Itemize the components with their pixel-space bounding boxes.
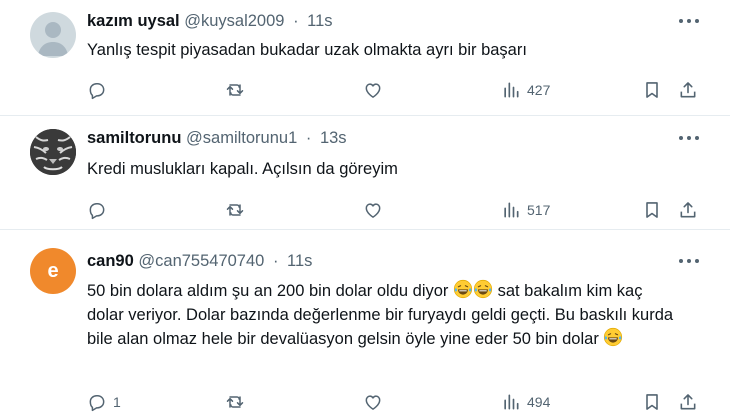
share-button[interactable] [678, 390, 698, 414]
share-icon [678, 80, 698, 100]
share-button[interactable] [678, 198, 698, 222]
bookmark-icon [642, 80, 662, 100]
bookmark-icon [642, 200, 662, 220]
avatar[interactable] [30, 129, 76, 175]
display-name[interactable]: kazım uysal [87, 12, 180, 30]
tweet-text: Yanlış tespit piyasadan bukadar uzak olm… [87, 41, 527, 59]
reply-button[interactable]: 1 [87, 390, 121, 414]
action-bar: 1 494 [0, 390, 730, 414]
tweet-header: can90 @can755470740 · 11s [87, 252, 312, 271]
tiger-avatar-image [30, 129, 76, 175]
avatar-letter: e [47, 259, 59, 282]
views-icon [501, 80, 521, 100]
like-icon [363, 392, 383, 412]
reply-button[interactable] [87, 78, 113, 102]
views-button[interactable]: 517 [501, 198, 550, 222]
reply-icon [87, 200, 107, 220]
laughing-emoji [453, 279, 473, 299]
user-handle[interactable]: @kuysal2009 [184, 12, 284, 30]
like-button[interactable] [363, 198, 389, 222]
tweet-text-part: 50 bin dolara aldım şu an 200 bin dolar … [87, 282, 453, 300]
separator-dot: · [293, 12, 299, 30]
timestamp[interactable]: 11s [307, 12, 332, 30]
laughing-emoji [473, 279, 493, 299]
tweet[interactable]: kazım uysal @kuysal2009 · 11s Yanlış tes… [0, 0, 730, 115]
display-name[interactable]: samiltorunu [87, 129, 181, 147]
tweet[interactable]: samiltorunu @samiltorunu1 · 13s Kredi mu… [0, 116, 730, 229]
views-count: 427 [527, 82, 551, 98]
reply-icon [87, 80, 107, 100]
bookmark-button[interactable] [642, 390, 662, 414]
views-button[interactable]: 494 [501, 390, 550, 414]
retweet-button[interactable] [225, 198, 251, 222]
views-icon [501, 392, 521, 412]
laughing-emoji [603, 327, 623, 347]
like-button[interactable] [363, 390, 389, 414]
avatar[interactable] [30, 12, 76, 58]
retweet-icon [225, 80, 245, 100]
like-icon [363, 80, 383, 100]
retweet-icon [225, 392, 245, 412]
separator-dot: · [305, 129, 312, 147]
views-count: 517 [527, 202, 551, 218]
tweet-header: samiltorunu @samiltorunu1 · 13s [87, 129, 347, 148]
tweet-text: 50 bin dolara aldım şu an 200 bin dolar … [87, 279, 682, 351]
retweet-icon [225, 200, 245, 220]
views-icon [501, 200, 521, 220]
more-icon[interactable] [678, 256, 700, 266]
default-avatar-icon [38, 22, 68, 56]
tweet-text: Kredi muslukları kapalı. Açılsın da göre… [87, 160, 398, 178]
reply-button[interactable] [87, 198, 113, 222]
retweet-button[interactable] [225, 390, 251, 414]
action-bar: 427 [0, 78, 730, 102]
retweet-button[interactable] [225, 78, 251, 102]
share-icon [678, 200, 698, 220]
user-handle[interactable]: @samiltorunu1 [186, 129, 297, 147]
bookmark-button[interactable] [642, 198, 662, 222]
display-name[interactable]: can90 [87, 252, 134, 270]
bookmark-icon [642, 392, 662, 412]
share-icon [678, 392, 698, 412]
bookmark-button[interactable] [642, 78, 662, 102]
views-count: 494 [527, 394, 551, 410]
timestamp[interactable]: 13s [320, 129, 347, 147]
separator-dot: · [272, 252, 279, 270]
like-button[interactable] [363, 78, 389, 102]
reply-icon [87, 392, 107, 412]
share-button[interactable] [678, 78, 698, 102]
more-icon[interactable] [678, 133, 700, 143]
views-button[interactable]: 427 [501, 78, 550, 102]
like-icon [363, 200, 383, 220]
action-bar: 517 [0, 198, 730, 222]
reply-count: 1 [113, 394, 121, 410]
tweet[interactable]: e can90 @can755470740 · 11s 50 bin dolar… [0, 230, 730, 420]
avatar[interactable]: e [30, 248, 76, 294]
more-icon[interactable] [678, 16, 700, 26]
tweet-header: kazım uysal @kuysal2009 · 11s [87, 12, 333, 31]
user-handle[interactable]: @can755470740 [138, 252, 264, 270]
timestamp[interactable]: 11s [287, 252, 312, 270]
